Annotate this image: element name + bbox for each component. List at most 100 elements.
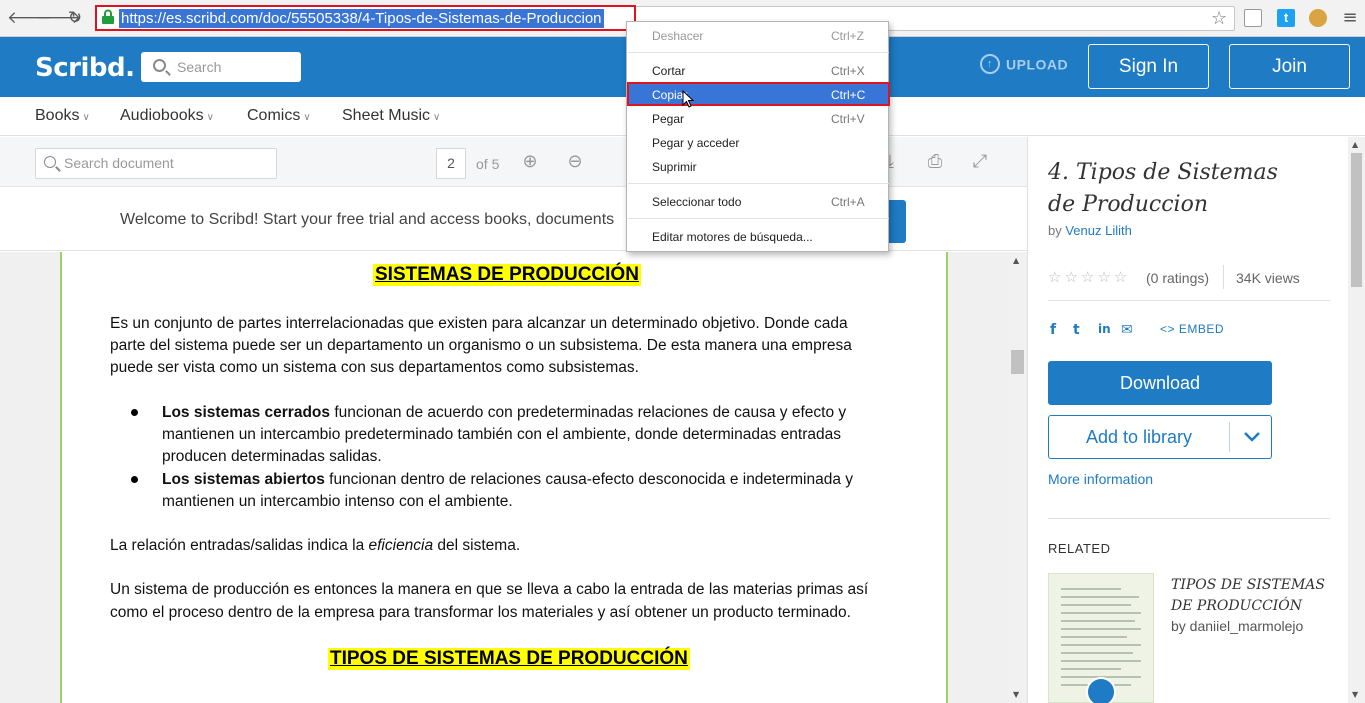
chevron-down-icon: ∨ <box>206 112 214 123</box>
reader-icon[interactable] <box>1244 9 1262 27</box>
document-sidebar: 4. Tipos de Sistemas de Produccion by Ve… <box>1027 137 1348 703</box>
search-icon <box>44 156 56 168</box>
chevron-down-icon[interactable] <box>1241 426 1263 448</box>
nav-audiobooks-label: Audiobooks <box>120 107 204 124</box>
screen: { "browser": { "url": "https://es.scribd… <box>0 0 1365 703</box>
bookmark-fab-icon[interactable] <box>1086 677 1116 703</box>
para3-line2: como el proceso dentro de la empresa par… <box>110 604 851 621</box>
browser-menu-icon[interactable]: ≡ <box>1340 8 1360 28</box>
views-count: 34K views <box>1236 270 1300 286</box>
divider <box>1048 300 1330 301</box>
nav-comics-label: Comics <box>247 107 301 124</box>
bullet2-line1-rest: funcionan dentro de relaciones causa-efe… <box>324 471 854 488</box>
heading-tipos: TIPOS DE SISTEMAS DE PRODUCCIÓN <box>328 648 690 670</box>
menu-item-deshacer[interactable]: Deshacer Ctrl+Z <box>627 25 888 47</box>
scroll-up-arrow-icon[interactable]: ▲ <box>1013 256 1019 265</box>
zoom-in-icon[interactable]: ⊕ <box>519 151 541 173</box>
bullet1-bold: Los sistemas cerrados <box>162 404 331 421</box>
context-menu: Deshacer Ctrl+Z Cortar Ctrl+X Copiar Ctrl+C… <box>626 21 889 252</box>
divider <box>1229 422 1230 452</box>
para2-italic: eficiencia <box>368 537 434 554</box>
add-to-library-label: Add to library <box>1085 427 1193 447</box>
more-information-link[interactable]: More information <box>1048 471 1153 487</box>
document-title: 4. Tipos de Sistemas de Produccion <box>1048 160 1278 217</box>
document-scrollbar-thumb[interactable] <box>1011 350 1024 374</box>
menu-item-shortcut: Ctrl+V <box>831 112 865 126</box>
back-button[interactable]: 🡐 <box>7 8 53 28</box>
menu-item-label: Pegar <box>652 112 685 126</box>
bullet1-line1-rest: funcionan de acuerdo con predeterminadas… <box>330 404 847 421</box>
menu-item-suprimir[interactable]: Suprimir <box>627 156 888 178</box>
upload-button[interactable]: ↑ UPLOAD <box>980 54 1068 76</box>
nav-sheet-music-label: Sheet Music <box>342 107 431 124</box>
bookmark-star-icon[interactable]: ☆ <box>1211 8 1227 29</box>
search-icon <box>153 59 166 72</box>
menu-separator <box>628 52 889 53</box>
embed-label: EMBED <box>1178 322 1225 336</box>
scroll-down-arrow-icon[interactable]: ▼ <box>1013 690 1019 699</box>
sign-in-button[interactable]: Sign In <box>1088 44 1209 89</box>
print-icon[interactable]: ⎙ <box>924 151 946 173</box>
menu-item-editar-motores[interactable]: Editar motores de búsqueda... <box>627 226 888 248</box>
menu-item-shortcut: Ctrl+X <box>831 64 865 78</box>
menu-item-pegar-y-acceder[interactable]: Pegar y acceder <box>627 132 888 154</box>
embed-button[interactable]: <> EMBED <box>1160 322 1224 336</box>
menu-item-label: Deshacer <box>652 29 704 43</box>
author-link[interactable]: Venuz Lilith <box>1065 223 1132 238</box>
para2-post: del sistema. <box>433 537 521 554</box>
nav-comics[interactable]: Comics ∨ <box>247 107 311 125</box>
menu-item-label: Cortar <box>652 64 686 78</box>
menu-item-seleccionar-todo[interactable]: Seleccionar todo Ctrl+A <box>627 191 888 213</box>
related-author: by daniiel_marmolejo <box>1171 618 1304 634</box>
nav-books-label: Books <box>35 107 80 124</box>
forward-button[interactable]: 🡒 <box>36 8 82 28</box>
nav-sheet-music[interactable]: Sheet Music ∨ <box>342 107 440 125</box>
bullet2-line2: mantienen un intercambio intenso con el … <box>162 493 513 510</box>
site-search-input[interactable]: Search <box>141 52 301 82</box>
facebook-icon[interactable]: f <box>1050 322 1056 338</box>
heading-sistemas: SISTEMAS DE PRODUCCIÓN <box>373 264 641 286</box>
bullet1-line2: mantienen un intercambio predeterminado … <box>162 426 841 443</box>
menu-item-label: Suprimir <box>652 160 697 174</box>
scroll-up-arrow-icon[interactable]: ▲ <box>1352 140 1358 149</box>
linkedin-icon[interactable]: in <box>1098 322 1111 336</box>
twitter-share-icon[interactable]: t <box>1073 322 1080 338</box>
menu-item-pegar[interactable]: Pegar Ctrl+V <box>627 108 888 130</box>
menu-item-cortar[interactable]: Cortar Ctrl+X <box>627 60 888 82</box>
page-count: of 5 <box>476 156 500 172</box>
zoom-out-icon[interactable]: ⊖ <box>564 151 586 173</box>
twitter-icon[interactable]: t <box>1277 9 1295 27</box>
para1-line2: parte del sistema puede ser un departame… <box>110 337 852 354</box>
document-search-input[interactable]: Search document <box>35 148 277 179</box>
menu-item-shortcut: Ctrl+A <box>831 195 865 209</box>
scribd-logo[interactable]: Scribd. <box>35 53 135 83</box>
bullet1-line3: producen determinadas salidas. <box>162 448 382 465</box>
scroll-down-arrow-icon[interactable]: ▼ <box>1352 690 1358 699</box>
email-icon[interactable]: ✉ <box>1121 322 1133 338</box>
divider <box>1048 518 1330 519</box>
para3-line1: Un sistema de producción es entonces la … <box>110 581 869 598</box>
menu-separator <box>628 218 889 219</box>
page-scrollbar-thumb[interactable] <box>1351 153 1362 287</box>
extension-icon[interactable] <box>1309 9 1327 27</box>
by-prefix: by <box>1048 223 1066 238</box>
document-scrollbar[interactable] <box>1009 252 1026 703</box>
reload-button[interactable]: ↻ <box>65 8 85 28</box>
ratings-count: (0 ratings) <box>1146 270 1210 286</box>
add-to-library-button[interactable]: Add to library <box>1048 415 1272 459</box>
chevron-down-icon: ∨ <box>433 112 441 123</box>
related-title[interactable]: TIPOS DE SISTEMAS DE PRODUCCIÓN <box>1171 575 1341 617</box>
nav-audiobooks[interactable]: Audiobooks ∨ <box>120 107 214 125</box>
divider <box>1223 265 1224 289</box>
join-button[interactable]: Join <box>1229 44 1350 89</box>
fullscreen-icon[interactable]: ⤢ <box>969 151 991 173</box>
rating-stars-icon[interactable]: ☆☆☆☆☆ <box>1048 268 1130 286</box>
para1-line1: Es un conjunto de partes interrelacionad… <box>110 315 848 332</box>
download-button[interactable]: Download <box>1048 361 1272 405</box>
menu-item-label: Editar motores de búsqueda... <box>652 230 813 244</box>
copiar-highlight-annotation <box>627 82 890 106</box>
bullet2-bold: Los sistemas abiertos <box>162 471 325 488</box>
page-number-input[interactable]: 2 <box>436 148 466 179</box>
nav-books[interactable]: Books ∨ <box>35 107 90 125</box>
menu-item-label: Seleccionar todo <box>652 195 742 209</box>
